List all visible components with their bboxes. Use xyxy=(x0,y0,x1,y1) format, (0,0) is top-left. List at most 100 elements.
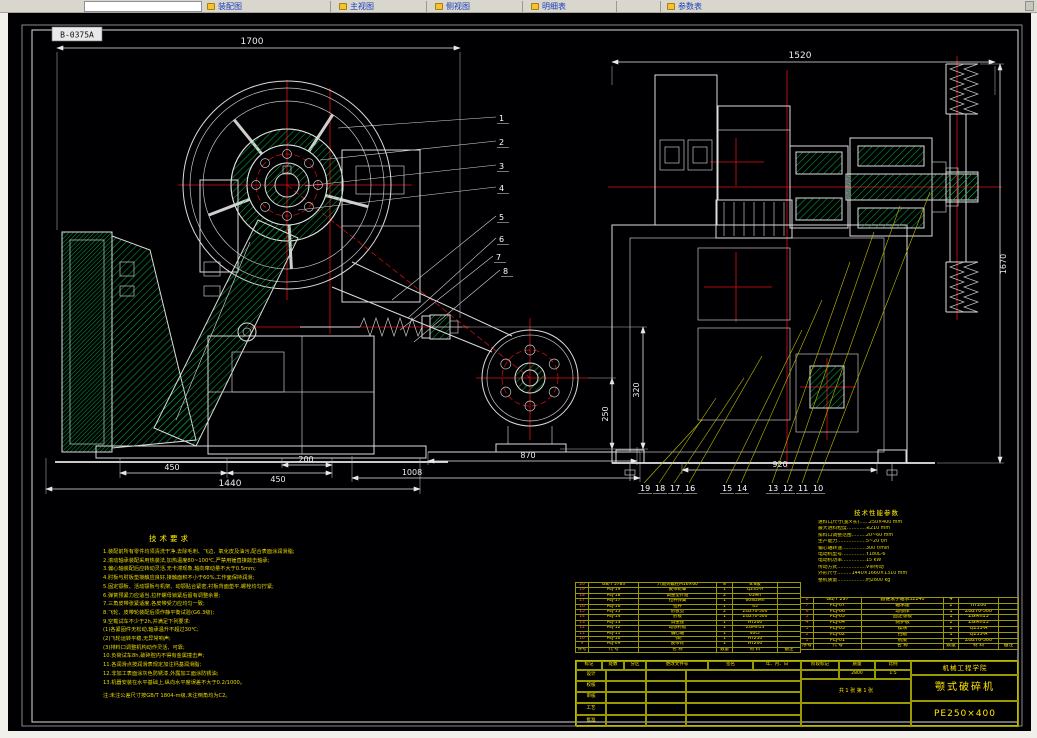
part-callout-side: 11 xyxy=(798,484,808,493)
separator xyxy=(660,1,661,12)
part-callout-side: 10 xyxy=(813,484,823,493)
tb-cell xyxy=(801,703,911,727)
dim-870: 870 xyxy=(520,451,535,460)
tb-weight-value: 2800 xyxy=(839,670,875,679)
tb-cell xyxy=(686,681,801,692)
topbar-tab-5[interactable]: 参数表 xyxy=(664,1,760,12)
bom-header-cell: 材 料 xyxy=(958,643,999,651)
cad-preview-window: 装配图 主视图 侧视图 明细表 参数表 B-0375A 1700 450 450… xyxy=(0,0,1037,738)
tb-cell xyxy=(646,692,686,703)
tb-stage-label: 阶段标记 xyxy=(801,661,839,670)
topbar: 装配图 主视图 侧视图 明细表 参数表 xyxy=(0,0,1037,13)
tb-change-zone: 分区 xyxy=(624,661,646,670)
part-callout-front: 3 xyxy=(499,162,504,171)
bom-header-cell: 名 称 xyxy=(861,643,944,651)
tb-scale-label: 比例 xyxy=(875,661,911,670)
folder-icon xyxy=(339,3,347,10)
title-block: 标记 处数 分区 更改文件号 签名 年、月、日 设计 校核 审核 工艺 批准 阶… xyxy=(575,660,1019,727)
part-callout-front: 2 xyxy=(499,138,504,147)
tb-cell xyxy=(606,681,646,692)
topbar-tab-3[interactable]: 侧视图 xyxy=(432,1,518,12)
part-callout-front: 4 xyxy=(499,184,504,193)
folder-icon xyxy=(531,3,539,10)
drawing-note: 注:未注公差尺寸按GB/T 1804-m级,未注倒角均为C2。 xyxy=(103,693,231,700)
bom-table-right: 8 GB/T 297 圆锥滚子轴承32240 4 7 PEJ-07 轴承座 2 HT200 6 PE… xyxy=(800,597,1019,651)
front-dimensions: 1700 450 450 200 1440 1008 870 250 320 xyxy=(45,37,648,494)
bom-header-cell: 名 称 xyxy=(638,646,717,654)
part-callout-side: 14 xyxy=(737,484,747,493)
bom-header-cell: 序号 xyxy=(800,643,814,651)
tb-unit-name: 机械工程学院 xyxy=(911,661,1019,675)
tb-process-label: 工艺 xyxy=(576,703,606,715)
tech-requirement-line: 5.固定颚板、活动颚板与机架、动颚贴合紧密,衬板背面垫平,螺栓均匀拧紧; xyxy=(103,583,274,590)
part-callout-front: 1 xyxy=(499,114,504,123)
part-callout-side: 17 xyxy=(670,484,680,493)
part-callout-side: 13 xyxy=(768,484,778,493)
tb-cell xyxy=(606,715,646,727)
bom-header-cell: 材 料 xyxy=(732,646,778,654)
tech-parameter-line: 整机质量………………约2800 kg xyxy=(818,577,891,583)
technical-requirements: 技术要求 1.装配前所有零件均须清洗干净,去除毛刺、飞边、氧化皮及油污,配合表面… xyxy=(103,533,408,699)
tab-label: 装配图 xyxy=(218,2,242,11)
window-resize-button[interactable] xyxy=(1025,1,1034,11)
tb-change-mark: 标记 xyxy=(576,661,602,670)
part-callout-side: 15 xyxy=(722,484,732,493)
tb-cell xyxy=(686,715,801,727)
tech-requirement-line: 6.弹簧预紧力应适当,拉杆螺母锁紧后留有调整余量; xyxy=(103,592,221,599)
tech-requirement-line: 9.空载试车不少于2h,并满足下列要求: xyxy=(103,618,191,625)
folder-icon xyxy=(667,3,675,10)
tab-label: 参数表 xyxy=(678,2,702,11)
tb-cell xyxy=(606,692,646,703)
separator xyxy=(330,1,331,12)
tb-cell xyxy=(646,715,686,727)
tech-requirement-line: 1.装配前所有零件均须清洗干净,去除毛刺、飞边、氧化皮及油污,配合表面涂润滑脂; xyxy=(103,549,295,555)
part-callout-front: 7 xyxy=(496,253,501,262)
part-callout-side: 12 xyxy=(783,484,793,493)
topbar-tab-4[interactable]: 明细表 xyxy=(528,1,614,12)
part-callout-side: 18 xyxy=(655,484,665,493)
tb-drawing-number: PE250×400 xyxy=(911,701,1019,727)
tb-design-label: 设计 xyxy=(576,670,606,681)
tb-approve-label: 批准 xyxy=(576,715,606,727)
tb-sheet: 共 1 张 第 1 张 xyxy=(801,679,911,703)
tb-change-doc: 更改文件号 xyxy=(646,661,708,670)
tech-requirement-line: 2.滚动轴承装配采用热装法,加热温度80~100℃,严禁用锤直接敲击轴承; xyxy=(103,557,270,564)
side-part-callouts: 19 18 17 16 15 14 13 12 11 10 xyxy=(638,191,931,494)
folder-icon xyxy=(435,3,443,10)
topbar-tab-2[interactable]: 主视图 xyxy=(336,1,422,12)
bom-header-cell: 代 号 xyxy=(813,643,862,651)
tech-requirement-line: (1)各紧固件无松动,轴承温升不超过30℃; xyxy=(103,627,199,634)
bom-table-left: 20 GB/T 5783 六角头螺栓M16×60 8 8.8级 19 PEJ-19 皮带轮罩 1… xyxy=(575,581,801,654)
bom-header-cell: 数量 xyxy=(943,643,959,651)
dim-1008: 1008 xyxy=(402,468,422,477)
tb-change-date: 年、月、日 xyxy=(753,661,801,670)
tb-cell xyxy=(646,670,686,681)
bom-header-cell: 备注 xyxy=(998,643,1019,651)
tb-product-name: 颚式破碎机 xyxy=(911,675,1019,701)
tech-requirement-line: (3)排料口调整机构动作灵活、可靠; xyxy=(103,644,185,651)
tab-label: 侧视图 xyxy=(446,2,470,11)
dim-450-left: 450 xyxy=(164,463,179,472)
dim-1670: 1670 xyxy=(999,254,1008,274)
tb-cell xyxy=(646,703,686,715)
separator xyxy=(616,1,617,12)
tb-cell xyxy=(606,703,646,715)
dim-200: 200 xyxy=(298,455,313,464)
bom-header-cell: 备注 xyxy=(777,646,801,654)
dim-320: 320 xyxy=(632,382,641,397)
dim-1700: 1700 xyxy=(241,37,264,47)
tech-requirement-line: 10.负荷试车8h,破碎腔内不得有金属撞击声; xyxy=(103,653,205,660)
tb-stage-value xyxy=(801,670,839,679)
part-callout-front: 5 xyxy=(499,213,504,222)
tb-audit-label: 审核 xyxy=(576,692,606,703)
part-callout-front: 8 xyxy=(503,267,508,276)
tech-requirement-line: 3.偏心轴装配后应转动灵活,无卡滞现象,轴向窜动量不大于0.5mm; xyxy=(103,566,256,573)
tab-label: 主视图 xyxy=(350,2,374,11)
dim-1520: 1520 xyxy=(789,51,812,61)
topbar-tab-1[interactable]: 装配图 xyxy=(204,1,324,12)
dim-1440: 1440 xyxy=(219,479,242,489)
address-field[interactable] xyxy=(84,1,202,12)
tb-weight-label: 质量 xyxy=(839,661,875,670)
separator xyxy=(426,1,427,12)
tech-requirement-line: 11.各润滑点按润滑表规定加注钙基润滑脂; xyxy=(103,662,202,669)
